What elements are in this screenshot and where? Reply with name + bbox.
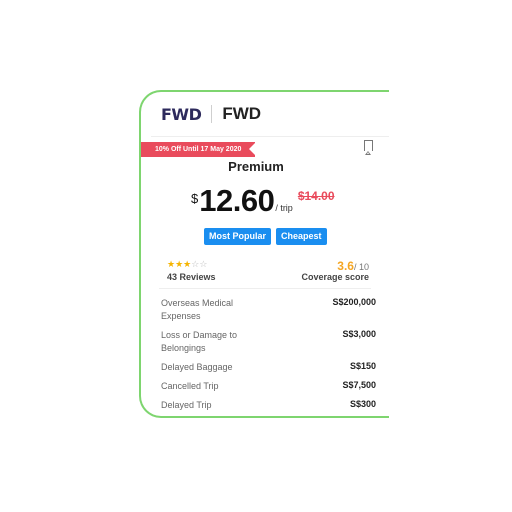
benefit-row: Delayed Baggage S$150 bbox=[161, 361, 376, 380]
benefit-row: Loss or Damage to Belongings S$3,000 bbox=[161, 329, 376, 361]
benefit-value: S$7,500 bbox=[342, 380, 376, 390]
benefit-label: Overseas Medical Expenses bbox=[161, 298, 234, 321]
coverage-score-max: / 10 bbox=[353, 262, 369, 272]
plan-name: Premium bbox=[228, 159, 284, 174]
benefit-value: S$300 bbox=[349, 399, 376, 409]
price-value: 12.60 bbox=[199, 183, 275, 218]
star-rating: ★★★☆☆ bbox=[167, 259, 207, 270]
benefit-label: Delayed Baggage bbox=[161, 362, 233, 372]
benefit-row: Delayed Trip S$300 bbox=[161, 399, 376, 416]
benefit-value: S$200,000 bbox=[332, 297, 376, 307]
promo-ribbon: 10% Off Until 17 May 2020 bbox=[141, 142, 257, 157]
benefit-label: Delayed Trip bbox=[161, 400, 212, 410]
tag-list: Most Popular Cheapest bbox=[204, 228, 327, 245]
bookmark-icon[interactable] bbox=[364, 140, 373, 155]
star-filled-icon: ★ bbox=[175, 259, 184, 269]
tag-cheapest: Cheapest bbox=[276, 228, 327, 245]
benefit-list: Overseas Medical Expenses S$200,000 Loss… bbox=[161, 297, 376, 416]
card-header: FWD FWD bbox=[141, 92, 389, 136]
coverage-score-label: Coverage score bbox=[301, 272, 369, 282]
benefit-value: S$150 bbox=[349, 361, 376, 371]
currency-symbol: $ bbox=[191, 191, 199, 206]
benefit-row: Cancelled Trip S$7,500 bbox=[161, 380, 376, 399]
insurer-logo: FWD bbox=[161, 104, 202, 124]
section-divider bbox=[159, 288, 371, 289]
star-empty-icon: ☆ bbox=[199, 259, 208, 269]
insurer-name: FWD bbox=[222, 104, 262, 123]
benefit-row: Overseas Medical Expenses S$200,000 bbox=[161, 297, 376, 329]
price-block: $ 12.60 / trip $14.00 bbox=[191, 183, 335, 218]
reviews-count[interactable]: 43 Reviews bbox=[167, 272, 216, 282]
tag-most-popular: Most Popular bbox=[204, 228, 272, 245]
price-unit: / trip bbox=[275, 203, 293, 213]
star-filled-icon: ★ bbox=[167, 259, 176, 269]
coverage-score-value: 3.6 bbox=[337, 259, 354, 273]
header-divider bbox=[211, 105, 213, 123]
old-price: $14.00 bbox=[297, 189, 335, 203]
header-separator bbox=[151, 136, 389, 137]
plan-card[interactable]: FWD FWD 10% Off Until 17 May 2020 Premiu… bbox=[139, 90, 389, 418]
benefit-value: S$3,000 bbox=[342, 329, 376, 339]
benefit-label: Cancelled Trip bbox=[161, 381, 219, 391]
benefit-label: Loss or Damage to Belongings bbox=[161, 330, 238, 353]
